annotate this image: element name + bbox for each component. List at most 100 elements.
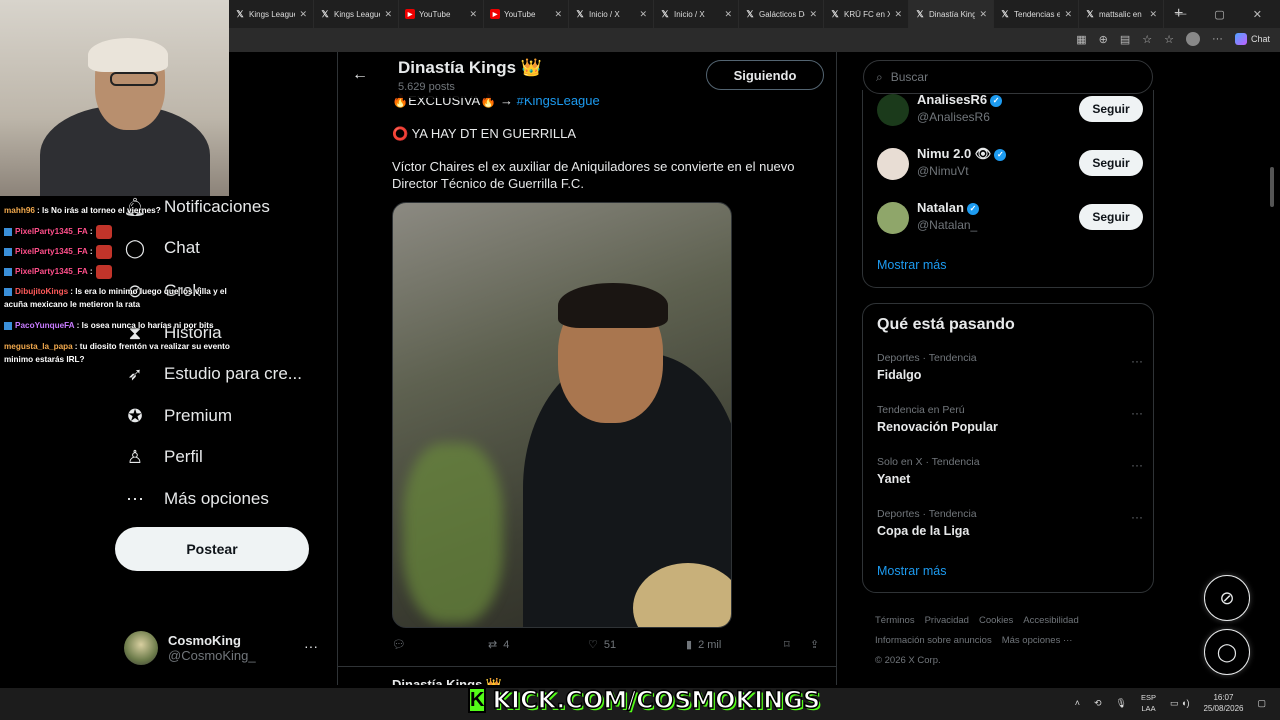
show-more-link[interactable]: Mostrar más: [877, 258, 946, 272]
trend-more-icon[interactable]: ···: [1131, 406, 1143, 420]
tab-close-icon[interactable]: ✕: [384, 9, 392, 20]
scrollbar[interactable]: [1270, 167, 1274, 207]
bookmark-button[interactable]: ⌑: [784, 638, 790, 651]
next-tweet[interactable]: Dinastía Kings 👑: [338, 666, 836, 685]
tab-close-icon[interactable]: ✕: [1064, 9, 1072, 20]
footer-link[interactable]: Cookies: [979, 615, 1013, 626]
x-icon: 𝕏: [236, 8, 244, 19]
search-input[interactable]: ⌕ Buscar: [863, 60, 1153, 94]
chat-username: megusta_la_papa: [4, 342, 73, 351]
browser-tab[interactable]: 𝕏 Inicio / X ✕: [654, 0, 739, 28]
trend-item[interactable]: Deportes · Tendencia Fidalgo ···: [877, 352, 1143, 392]
footer-link[interactable]: Privacidad: [925, 615, 969, 626]
nav-item-premium[interactable]: ✪ Premium: [124, 401, 232, 431]
show-more-link[interactable]: Mostrar más: [877, 564, 946, 578]
trend-name: Fidalgo: [877, 368, 922, 382]
tab-close-icon[interactable]: ✕: [724, 9, 732, 20]
footer-links: Términos Privacidad Cookies Accesibilidad In…: [875, 611, 1155, 671]
minimize-icon[interactable]: —: [1175, 8, 1186, 20]
tray-chevron-icon[interactable]: ˄: [1075, 698, 1080, 708]
profile-avatar[interactable]: [1185, 32, 1200, 46]
tab-close-icon[interactable]: ✕: [894, 9, 902, 20]
nav-item-más[interactable]: ⋯ Más opciones: [124, 484, 269, 514]
browser-tab[interactable]: 𝕏 Tendencias en ✕: [994, 0, 1079, 28]
message-bubble-icon: ◯: [1216, 641, 1238, 662]
post-button[interactable]: Postear: [115, 527, 309, 571]
grok-fab-button[interactable]: ⊘: [1204, 575, 1250, 621]
messages-fab-button[interactable]: ◯: [1204, 629, 1250, 675]
notifications-icon[interactable]: ▢: [1257, 698, 1266, 709]
footer-link[interactable]: Términos: [875, 615, 915, 626]
chat-badge-icon: [4, 321, 12, 330]
trend-more-icon[interactable]: ···: [1131, 354, 1143, 368]
follow-button[interactable]: Seguir: [1079, 96, 1143, 122]
toolbar-icons: ▦ ⊕ ▤ ☆ ☆ ··· Chat: [1076, 32, 1270, 46]
maximize-icon[interactable]: ▢: [1214, 8, 1224, 21]
avatar: [877, 202, 909, 234]
split-screen-icon[interactable]: ▦: [1076, 33, 1086, 46]
views-chart-icon: ▮: [686, 639, 693, 651]
views-button[interactable]: ▮ 2 mil: [686, 638, 721, 652]
chat-message: PixelParty1345_FA:: [4, 265, 244, 279]
account-switcher[interactable]: CosmoKing @CosmoKing_ ···: [124, 630, 324, 666]
suggested-user-row[interactable]: Natalan ✓ @Natalan_ Seguir: [877, 198, 1143, 238]
favorite-star-icon[interactable]: ☆: [1142, 33, 1152, 46]
tray-app-icon[interactable]: ⟲: [1094, 698, 1102, 709]
trend-item[interactable]: Tendencia en Perú Renovación Popular ···: [877, 404, 1143, 444]
reply-button[interactable]: 💬︎: [392, 638, 406, 651]
trend-more-icon[interactable]: ···: [1131, 458, 1143, 472]
network-volume-icon[interactable]: ▭ ◖): [1170, 698, 1189, 709]
zoom-icon[interactable]: ⊕: [1099, 33, 1108, 46]
tab-close-icon[interactable]: ✕: [299, 9, 307, 20]
copilot-chat-button[interactable]: Chat: [1234, 33, 1270, 45]
clock[interactable]: 16:07 25/08/2026: [1203, 692, 1243, 714]
following-button[interactable]: Siguiendo: [706, 60, 824, 90]
footer-link[interactable]: Información sobre anuncios: [875, 635, 992, 646]
tab-close-icon[interactable]: ✕: [1149, 9, 1157, 20]
footer-link[interactable]: Más opciones ···: [1002, 635, 1073, 646]
main-timeline: ← Dinastía Kings 👑 5.629 posts Siguiendo…: [337, 52, 837, 685]
reader-icon[interactable]: ▤: [1120, 33, 1130, 46]
share-button[interactable]: ⇪: [810, 638, 819, 651]
suggested-user-row[interactable]: AnalisesR6 ✓ @AnalisesR6 Seguir: [877, 90, 1143, 130]
browser-tab[interactable]: 𝕏 Dinastía King ✕: [909, 0, 994, 28]
browser-tab[interactable]: ▶ YouTube ✕: [399, 0, 484, 28]
follow-button[interactable]: Seguir: [1079, 204, 1143, 230]
like-button[interactable]: ♡ 51: [588, 638, 616, 652]
repost-button[interactable]: ⇄ 4: [488, 638, 509, 652]
browser-tab[interactable]: ▶ YouTube ✕: [484, 0, 569, 28]
chat-message: mahh96: ls No irás al torneo el viernes?: [4, 204, 244, 217]
browser-tab[interactable]: 𝕏 Inicio / X ✕: [569, 0, 654, 28]
browser-tab[interactable]: 𝕏 KRÜ FC en X ✕: [824, 0, 909, 28]
menu-dots-icon[interactable]: ···: [1212, 33, 1223, 45]
browser-tab[interactable]: 𝕏 Kings League ✕: [314, 0, 399, 28]
tab-close-icon[interactable]: ✕: [809, 9, 817, 20]
footer-link[interactable]: Accesibilidad: [1023, 615, 1078, 626]
follow-button[interactable]: Seguir: [1079, 150, 1143, 176]
tab-close-icon[interactable]: ✕: [979, 9, 987, 20]
language-indicator[interactable]: ESP LAA: [1141, 692, 1156, 714]
microphone-icon[interactable]: 🎙︎: [1116, 698, 1127, 709]
favorites-icon[interactable]: ☆: [1164, 33, 1174, 46]
nav-item-perfil[interactable]: ♙ Perfil: [124, 442, 203, 472]
trend-more-icon[interactable]: ···: [1131, 510, 1143, 524]
tab-close-icon[interactable]: ✕: [554, 9, 562, 20]
chat-message: DibujitoKings: ls era lo minimo luego qu…: [4, 285, 244, 311]
browser-tab[interactable]: 𝕏mattsalic en ✕: [1079, 0, 1164, 28]
tab-close-icon[interactable]: ✕: [469, 9, 477, 20]
back-arrow-icon[interactable]: ←: [352, 66, 368, 84]
browser-tab[interactable]: 𝕏 Galácticos De ✕: [739, 0, 824, 28]
chat-username: PacoYunqueFA: [15, 321, 75, 330]
close-window-icon[interactable]: ✕: [1253, 8, 1262, 21]
browser-tab[interactable]: 𝕏 Kings League ✕: [229, 0, 314, 28]
suggested-user-row[interactable]: Nimu 2.0 👁 ✓ @NimuVt Seguir: [877, 144, 1143, 184]
tweet-photo[interactable]: [392, 202, 732, 628]
trend-item[interactable]: Deportes · Tendencia Copa de la Liga ···: [877, 508, 1143, 548]
chat-username: mahh96: [4, 206, 35, 215]
tab-close-icon[interactable]: ✕: [639, 9, 647, 20]
more-dots-icon: ···: [304, 638, 318, 654]
repost-icon: ⇄: [488, 639, 498, 651]
trend-item[interactable]: Solo en X · Tendencia Yanet ···: [877, 456, 1143, 496]
heart-icon: ♡: [588, 639, 598, 651]
x-icon: 𝕏: [321, 8, 329, 19]
